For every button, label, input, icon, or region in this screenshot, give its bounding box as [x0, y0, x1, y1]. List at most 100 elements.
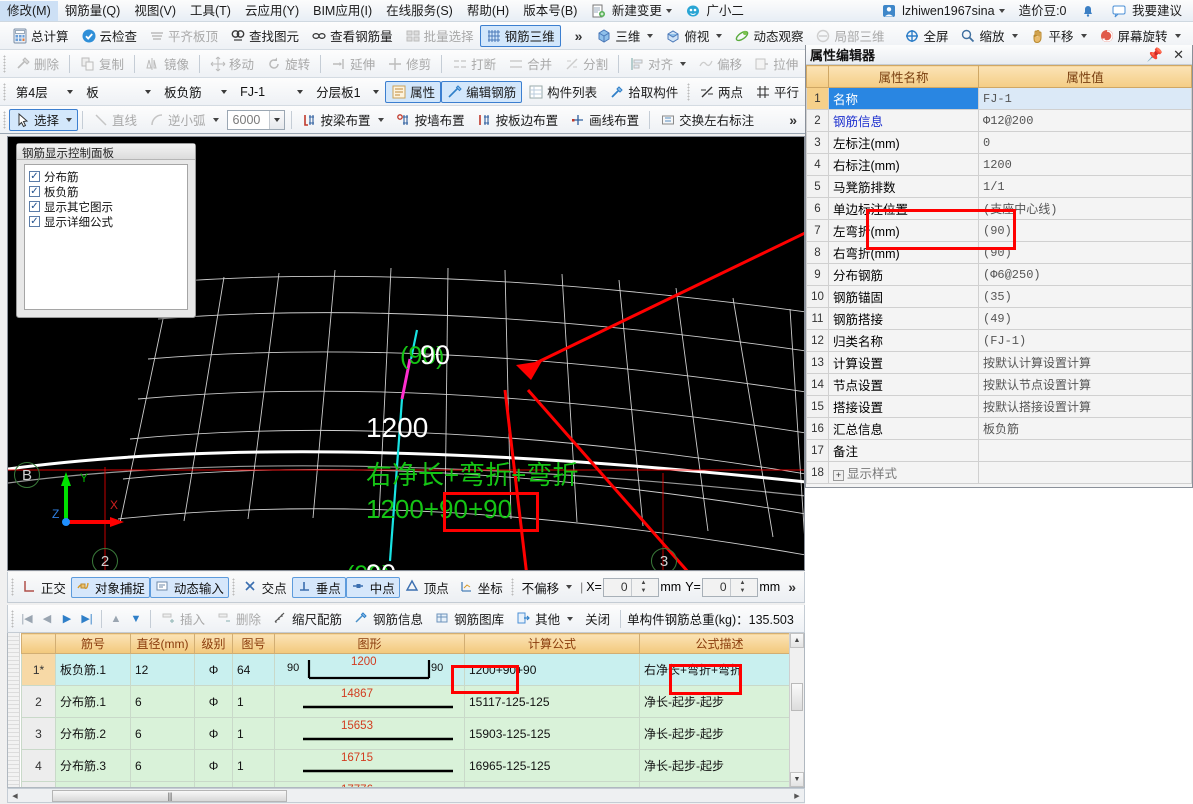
- row-value[interactable]: 0: [978, 131, 1192, 154]
- toolbar-btn-layout-by-wall[interactable]: 按墙布置: [390, 109, 471, 131]
- row-rebar-no[interactable]: 分布筋.1: [55, 685, 131, 718]
- snap-btn-object-snap[interactable]: 对象捕捉: [70, 576, 150, 598]
- toolbar-btn-align[interactable]: 对齐: [623, 53, 692, 75]
- menu-user-account[interactable]: lzhiwen1967sina: [875, 1, 1012, 21]
- snapbar-grip[interactable]: [510, 578, 514, 596]
- checkbox-checked-icon[interactable]: [29, 171, 40, 182]
- rebar-display-control-panel[interactable]: 钢筋显示控制面板 分布筋 板负筋 显示其它图示 显示详细公式: [16, 143, 196, 318]
- property-row-display-style[interactable]: 18 + 显示样式: [806, 461, 1192, 484]
- property-row-remark[interactable]: 17 备注: [806, 439, 1192, 462]
- row-shape[interactable]: 90 1200 90: [274, 653, 465, 686]
- grid-btn-rebar-library[interactable]: 钢筋图库: [429, 608, 510, 630]
- menu-item-rebar-qty[interactable]: 钢筋量(Q): [58, 1, 128, 21]
- toolbar-btn-partial-3d[interactable]: 局部三维: [809, 25, 890, 47]
- rebar-table[interactable]: 筋号 直径(mm) 级别 图号 图形 计算公式 公式描述 1* 板负筋.1 12…: [7, 633, 805, 788]
- toolbar-btn-split[interactable]: 分割: [558, 53, 614, 75]
- menu-item-modify[interactable]: 修改(M): [0, 0, 58, 21]
- component-type-combo[interactable]: 板: [81, 82, 155, 102]
- snapbar-grip[interactable]: [231, 578, 235, 596]
- floor-combo[interactable]: 第4层: [11, 82, 78, 102]
- component-name-combo[interactable]: FJ-1: [235, 82, 307, 102]
- checkbox-checked-icon[interactable]: [29, 216, 40, 227]
- rebar-option-distribution[interactable]: 分布筋: [29, 169, 183, 184]
- toolbar-btn-copy[interactable]: 复制: [74, 53, 130, 75]
- toolbar-btn-swap-dimension[interactable]: 交换左右标注: [654, 109, 760, 131]
- grid-btn-close[interactable]: 关闭: [579, 608, 616, 630]
- row-diameter[interactable]: 6: [130, 749, 195, 782]
- toolbar-btn-edit-rebar[interactable]: 编辑钢筋: [441, 80, 523, 103]
- property-row-lap-settings[interactable]: 15 搭接设置 按默认搭接设置计算: [806, 395, 1192, 418]
- toolbar-overflow-chevron[interactable]: »: [567, 28, 591, 44]
- rebar-option-show-formula[interactable]: 显示详细公式: [29, 214, 183, 229]
- nav-next-button[interactable]: ▶: [57, 609, 77, 629]
- nav-down-button[interactable]: ▼: [126, 609, 146, 629]
- table-vertical-scrollbar[interactable]: ▲ ▼: [789, 633, 804, 787]
- property-row-calc-settings[interactable]: 13 计算设置 按默认计算设置计算: [806, 351, 1192, 374]
- toolbar-btn-total-calc[interactable]: 总计算: [6, 25, 75, 47]
- property-row-right-dim[interactable]: 4 右标注(mm) 1200: [806, 153, 1192, 176]
- snap-offset-mode[interactable]: 不偏移: [517, 577, 578, 598]
- toolbar-btn-two-point[interactable]: 两点: [693, 81, 749, 103]
- property-row-stool-rows[interactable]: 5 马凳筋排数 1/1: [806, 175, 1192, 198]
- scroll-down-button[interactable]: ▼: [790, 772, 804, 787]
- chevron-down-icon[interactable]: [368, 83, 383, 101]
- menu-item-cloud-apps[interactable]: 云应用(Y): [238, 1, 306, 21]
- toolbar-btn-screen-rotate[interactable]: 屏幕旋转: [1093, 25, 1187, 47]
- checkbox-checked-icon[interactable]: [29, 201, 40, 212]
- row-value[interactable]: 板负筋: [978, 417, 1192, 440]
- component-category-combo[interactable]: 板负筋: [159, 82, 231, 102]
- row-shape[interactable]: 16715: [274, 749, 465, 782]
- toolbar-btn-rotate[interactable]: 旋转: [260, 53, 316, 75]
- menu-item-tools[interactable]: 工具(T): [183, 1, 238, 21]
- toolbar-btn-arc[interactable]: 逆小弧: [143, 109, 225, 131]
- layer-combo[interactable]: 分层板1: [311, 82, 383, 102]
- y-spinner[interactable]: ▲ ▼: [729, 578, 758, 596]
- toolbar-btn-dynamic-orbit[interactable]: 动态观察: [728, 25, 809, 47]
- row-rebar-no[interactable]: 板负筋.1: [55, 653, 131, 686]
- nav-first-button[interactable]: |◀: [17, 609, 37, 629]
- toolbar-grip[interactable]: [3, 54, 6, 73]
- toolbar-grip[interactable]: [3, 82, 6, 101]
- toolbar-btn-move[interactable]: 移动: [204, 53, 260, 75]
- menu-item-view[interactable]: 视图(V): [127, 1, 183, 21]
- toolbar-btn-view-rebar-qty[interactable]: 查看钢筋量: [305, 25, 399, 47]
- nav-up-button[interactable]: ▲: [106, 609, 126, 629]
- property-row-anchorage[interactable]: 10 钢筋锚固 (35): [806, 285, 1192, 308]
- property-row-left-dim[interactable]: 3 左标注(mm) 0: [806, 131, 1192, 154]
- menu-item-version[interactable]: 版本号(B): [516, 1, 584, 21]
- row-value[interactable]: 1/1: [978, 175, 1192, 198]
- toolbar-btn-layout-by-beam[interactable]: 按梁布置: [296, 109, 390, 131]
- toolbar-btn-line[interactable]: 直线: [87, 109, 143, 131]
- row-figure-no[interactable]: 1: [232, 685, 275, 718]
- property-row-distribution-rebar[interactable]: 9 分布钢筋 (Φ6@250): [806, 263, 1192, 286]
- grid-btn-delete[interactable]: 删除: [211, 608, 267, 630]
- toolbar-btn-offset[interactable]: 偏移: [692, 53, 748, 75]
- nav-last-button[interactable]: ▶|: [77, 609, 97, 629]
- menu-price-beans[interactable]: 造价豆:0: [1012, 1, 1074, 21]
- toolbar-btn-layout-by-slab-edge[interactable]: 按板边布置: [471, 109, 565, 131]
- property-row-rebar-info[interactable]: 2 钢筋信息 Φ12@200: [806, 109, 1192, 132]
- axis-bubble-b[interactable]: B: [14, 462, 40, 488]
- toolbar-btn-fullscreen[interactable]: 全屏: [898, 25, 954, 47]
- menu-item-bim-apps[interactable]: BIM应用(I): [306, 1, 379, 21]
- row-value[interactable]: [978, 461, 1192, 484]
- menu-item-new-change[interactable]: 新建变更: [584, 1, 679, 21]
- toolbar-btn-3d[interactable]: 三维: [590, 25, 659, 47]
- property-row-summary-info[interactable]: 16 汇总信息 板负筋: [806, 417, 1192, 440]
- axis-bubble-3[interactable]: 3: [651, 548, 677, 570]
- property-row-name[interactable]: 1 名称 FJ-1: [806, 87, 1192, 110]
- row-grade[interactable]: Φ: [194, 653, 233, 686]
- hscroll-thumb[interactable]: |||: [52, 789, 287, 802]
- drawing-canvas[interactable]: Y X Z 钢筋显示控制面板 分布筋 板负筋: [7, 136, 805, 571]
- chevron-down-icon[interactable]: [268, 110, 284, 129]
- gridtb-grip[interactable]: [11, 609, 14, 628]
- checkbox-checked-icon[interactable]: [29, 186, 40, 197]
- toolbar-btn-pick-component[interactable]: 拾取构件: [603, 81, 684, 103]
- spacing-combo[interactable]: 6000: [226, 109, 285, 130]
- snap-btn-perpendicular[interactable]: 垂点: [291, 576, 346, 598]
- close-icon[interactable]: ✕: [1173, 47, 1184, 63]
- x-spinner[interactable]: ▲ ▼: [630, 578, 659, 596]
- row-grade[interactable]: Φ: [194, 749, 233, 782]
- snap-btn-midpoint[interactable]: 中点: [345, 576, 400, 598]
- row-value[interactable]: (Φ6@250): [978, 263, 1192, 286]
